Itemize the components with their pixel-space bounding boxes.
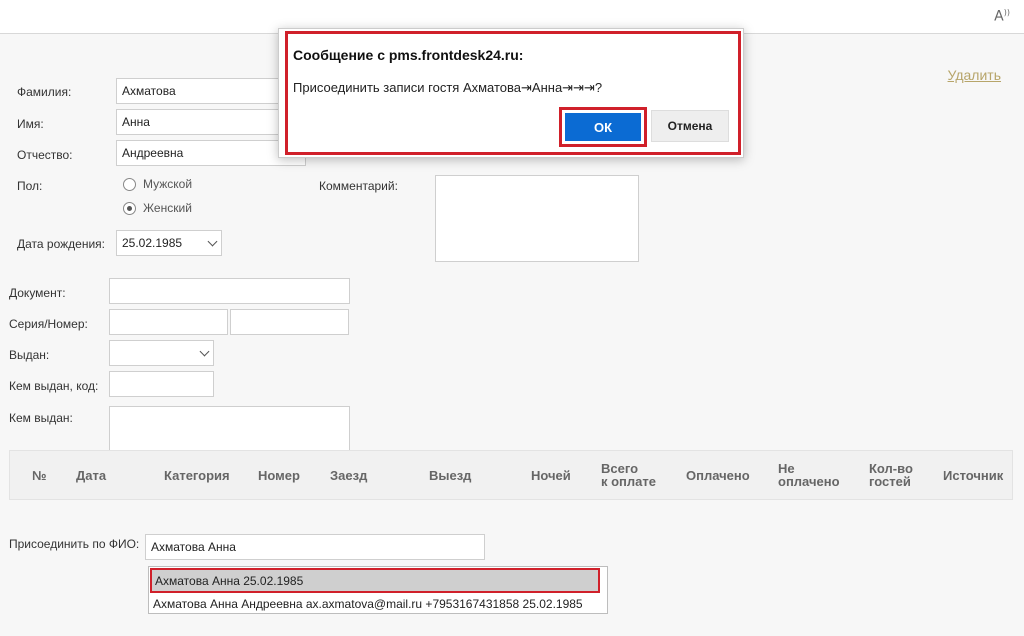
- col-checkin: Заезд: [330, 468, 368, 483]
- number-input[interactable]: [230, 309, 349, 335]
- issued-by-label: Кем выдан:: [9, 411, 73, 425]
- birthdate-label: Дата рождения:: [17, 237, 105, 251]
- series-number-label: Серия/Номер:: [9, 317, 88, 331]
- bookings-table-header: № Дата Категория Номер Заезд Выезд Ночей…: [9, 450, 1013, 500]
- read-aloud-icon[interactable]: A)): [994, 8, 1010, 25]
- join-suggestions-list: Ахматова Анна 25.02.1985 Ахматова Анна А…: [148, 566, 608, 614]
- issued-select[interactable]: [109, 340, 214, 366]
- col-checkout: Выезд: [429, 468, 472, 483]
- series-input[interactable]: [109, 309, 228, 335]
- comment-label: Комментарий:: [319, 179, 398, 193]
- issued-by-code-input[interactable]: [109, 371, 214, 397]
- suggestion-item[interactable]: Ахматова Анна Андреевна ax.axmatova@mail…: [149, 592, 607, 615]
- document-label: Документ:: [9, 286, 66, 300]
- chevron-down-icon: [199, 346, 210, 356]
- col-source: Источник: [943, 468, 1004, 483]
- col-room: Номер: [258, 468, 300, 483]
- name-label: Имя:: [17, 117, 44, 131]
- join-label: Присоединить по ФИО:: [9, 537, 140, 551]
- issued-label: Выдан:: [9, 348, 50, 362]
- surname-label: Фамилия:: [17, 85, 72, 99]
- document-input[interactable]: [109, 278, 350, 304]
- name-input[interactable]: Анна: [116, 109, 284, 135]
- col-category: Категория: [164, 468, 230, 483]
- birthdate-value: 25.02.1985: [122, 236, 183, 250]
- issued-by-code-label: Кем выдан, код:: [9, 379, 99, 393]
- col-unpaid: Не оплачено: [778, 461, 840, 489]
- col-nights: Ночей: [531, 468, 571, 483]
- dialog-title: Сообщение с pms.frontdesk24.ru:: [293, 47, 524, 63]
- col-paid: Оплачено: [686, 468, 750, 483]
- radio-icon: [123, 177, 136, 191]
- gender-female-label: Женский: [143, 201, 192, 215]
- surname-input[interactable]: Ахматова: [116, 78, 284, 104]
- cancel-button[interactable]: Отмена: [651, 110, 729, 142]
- patronymic-label: Отчество:: [17, 148, 73, 162]
- delete-link[interactable]: Удалить: [948, 67, 1001, 83]
- confirm-dialog: Сообщение с pms.frontdesk24.ru: Присоеди…: [278, 28, 744, 158]
- birthdate-select[interactable]: 25.02.1985: [116, 230, 222, 256]
- col-number: №: [32, 468, 47, 483]
- suggestion-item[interactable]: Ахматова Анна 25.02.1985: [150, 568, 600, 593]
- ok-button[interactable]: ОК: [565, 113, 641, 141]
- radio-selected-icon: [123, 201, 136, 215]
- ok-highlight-frame: ОК: [559, 107, 647, 147]
- gender-male-radio[interactable]: Мужской: [123, 177, 192, 191]
- col-guests: Кол-во гостей: [869, 461, 913, 489]
- col-date: Дата: [76, 468, 107, 483]
- col-total-due: Всего к оплате: [601, 461, 656, 489]
- gender-label: Пол:: [17, 179, 43, 193]
- dialog-message: Присоединить записи гостя Ахматова⇥Анна⇥…: [293, 80, 603, 95]
- chevron-down-icon: [207, 236, 218, 246]
- gender-male-label: Мужской: [143, 177, 193, 191]
- join-search-input[interactable]: Ахматова Анна: [145, 534, 485, 560]
- comment-textarea[interactable]: [435, 175, 639, 262]
- gender-female-radio[interactable]: Женский: [123, 201, 192, 215]
